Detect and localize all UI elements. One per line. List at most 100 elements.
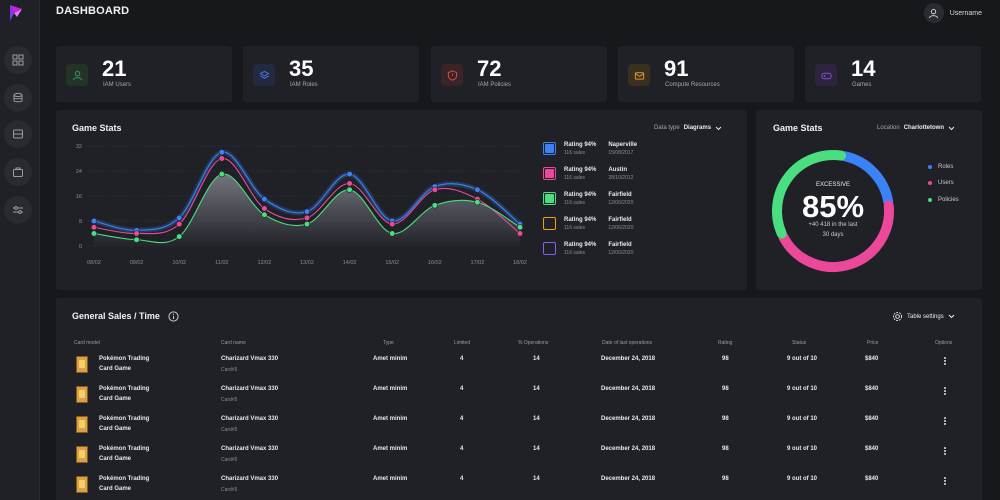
stat-value: 91: [664, 56, 689, 81]
table-settings-button[interactable]: Table settings: [892, 311, 955, 322]
gauge-legend-roles: Roles: [928, 164, 953, 170]
layers-icon: [258, 70, 270, 79]
data-point[interactable]: [176, 221, 183, 228]
data-point[interactable]: [389, 221, 396, 228]
status-value: 9 out of 10: [787, 446, 818, 452]
card-model-line-1: Pokémon Trading: [99, 356, 150, 362]
data-point[interactable]: [346, 180, 353, 187]
col-card-model[interactable]: Card model: [74, 340, 100, 346]
y-tick-label: 32: [76, 144, 82, 150]
avatar[interactable]: [923, 3, 944, 23]
data-type-value: Diagrams: [683, 125, 712, 131]
row-options-icon[interactable]: [944, 477, 947, 485]
legend-item-naperville[interactable]: Rating 94% 116 sales Naperville 15/08/2017: [543, 142, 637, 156]
col-operations[interactable]: % Operations: [518, 340, 548, 346]
legend-item-fairfield-1[interactable]: Rating 94% 116 sales Fairfield 12/06/2020: [543, 192, 633, 206]
table-settings-label: Table settings: [907, 313, 944, 320]
data-point[interactable]: [431, 202, 438, 209]
data-point[interactable]: [176, 214, 183, 221]
col-rating[interactable]: Rating: [718, 340, 732, 346]
col-limited[interactable]: Limited: [454, 340, 470, 346]
stat-label: IAM Policies: [478, 82, 512, 88]
logo-icon[interactable]: [8, 4, 26, 22]
data-point[interactable]: [90, 217, 98, 225]
stat-card-games[interactable]: 14 Games: [805, 46, 981, 102]
stat-card-compute-resources[interactable]: 91 Compute Resources: [618, 46, 794, 102]
col-type[interactable]: Type: [383, 340, 394, 346]
row-options-icon[interactable]: [944, 447, 947, 455]
rating-value: 98: [722, 356, 729, 362]
sidebar-item-server[interactable]: [4, 120, 32, 148]
legend-item-fairfield-2[interactable]: Rating 94% 116 sales Fairfield 12/06/2020: [543, 217, 633, 231]
data-point[interactable]: [389, 230, 396, 237]
username[interactable]: Username: [950, 10, 982, 17]
table-row[interactable]: [60, 352, 978, 380]
sidebar-item-briefcase[interactable]: [4, 158, 32, 186]
data-point[interactable]: [133, 230, 140, 237]
table-row[interactable]: [60, 382, 978, 410]
data-point[interactable]: [303, 208, 311, 215]
legend-checkbox[interactable]: [543, 192, 556, 205]
data-point[interactable]: [346, 186, 353, 193]
info-icon[interactable]: [168, 311, 179, 322]
legend-checkbox[interactable]: [543, 242, 556, 255]
x-tick-label: 17/02: [471, 260, 485, 266]
legend-city: Austin: [608, 167, 628, 173]
data-point[interactable]: [474, 199, 481, 206]
data-point[interactable]: [516, 230, 524, 237]
legend-item-austin[interactable]: Rating 94% 116 sales Austin 28/10/2012: [543, 167, 633, 181]
data-point[interactable]: [303, 221, 311, 228]
table-row[interactable]: [60, 412, 978, 440]
legend-checkbox[interactable]: [543, 142, 556, 155]
stat-card-iam-roles[interactable]: 35 IAM Roles: [243, 46, 419, 102]
data-point[interactable]: [261, 211, 268, 218]
col-options[interactable]: Options: [935, 340, 952, 346]
location-dropdown[interactable]: Location Charlottetown: [877, 125, 955, 131]
data-point[interactable]: [218, 171, 225, 178]
data-point[interactable]: [261, 205, 268, 212]
stat-card-iam-users[interactable]: 21 IAM Users: [56, 46, 232, 102]
stat-value: 21: [102, 56, 127, 81]
user-menu[interactable]: Username: [923, 3, 982, 23]
data-point[interactable]: [90, 224, 98, 231]
data-type-dropdown[interactable]: Data type Diagrams: [654, 125, 722, 131]
legend-sales: 116 sales: [564, 250, 586, 256]
data-point[interactable]: [431, 186, 438, 193]
location-value: Charlottetown: [903, 125, 945, 131]
sidebar-item-database[interactable]: [4, 84, 32, 112]
grid-icon: [12, 54, 24, 66]
data-point[interactable]: [303, 214, 311, 221]
col-card-name[interactable]: Card name: [221, 340, 246, 346]
sidebar-item-settings[interactable]: [4, 196, 32, 224]
data-point[interactable]: [218, 155, 225, 162]
data-point[interactable]: [218, 149, 225, 156]
x-tick-label: 09/02: [130, 260, 144, 266]
data-point[interactable]: [474, 186, 481, 193]
stat-card-iam-policies[interactable]: 72 IAM Policies: [431, 46, 607, 102]
row-options-icon[interactable]: [944, 417, 947, 425]
row-options-icon[interactable]: [944, 357, 947, 365]
shield-icon: [447, 69, 457, 81]
card-number: Card#5: [221, 367, 238, 373]
legend-checkbox[interactable]: [543, 167, 556, 180]
data-point[interactable]: [133, 236, 140, 243]
gauge-legend-label: Policies: [938, 197, 959, 203]
row-options-icon[interactable]: [944, 387, 947, 395]
legend-item-fairfield-3[interactable]: Rating 94% 116 sales Fairfield 12/06/2020: [543, 242, 633, 256]
data-point[interactable]: [516, 224, 524, 231]
col-date[interactable]: Date of last operations: [602, 340, 652, 346]
data-point[interactable]: [346, 171, 353, 178]
data-point[interactable]: [90, 230, 98, 237]
stat-icon-box: [66, 64, 88, 86]
legend-checkbox[interactable]: [543, 217, 556, 230]
x-tick-label: 16/02: [428, 260, 442, 266]
table-row[interactable]: [60, 442, 978, 470]
col-status[interactable]: Status: [792, 340, 806, 346]
data-point[interactable]: [176, 233, 183, 240]
table-row[interactable]: [60, 472, 978, 500]
col-price[interactable]: Price: [867, 340, 878, 346]
sidebar-item-grid[interactable]: [4, 46, 32, 74]
card-model-line-2: Card Game: [99, 396, 132, 402]
chevron-down-icon: [715, 126, 722, 130]
data-point[interactable]: [261, 196, 268, 203]
